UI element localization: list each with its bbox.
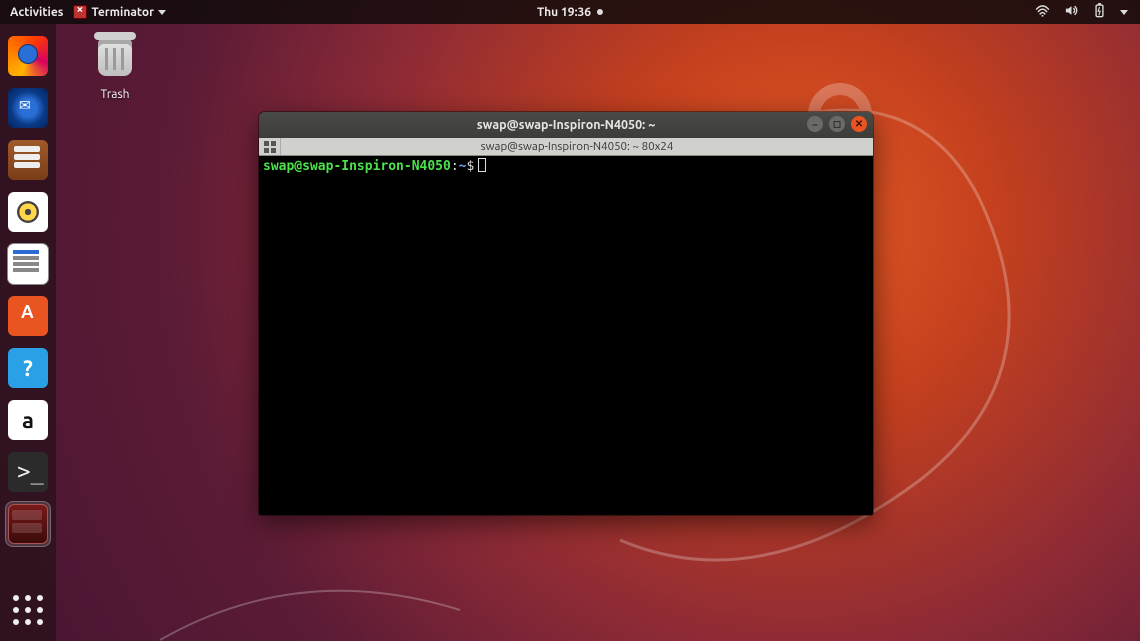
window-titlebar[interactable]: swap@swap-Inspiron-N4050: ~ – ◻ ✕ bbox=[259, 112, 873, 138]
dock-ubuntu-software[interactable] bbox=[5, 293, 51, 339]
layout-button[interactable] bbox=[259, 138, 281, 155]
trash-icon bbox=[92, 38, 138, 84]
prompt-user-host: swap@swap-Inspiron-N4050 bbox=[263, 159, 451, 174]
dock-libreoffice-writer[interactable] bbox=[5, 241, 51, 287]
show-applications-button[interactable] bbox=[0, 587, 56, 633]
clock-text: Thu 19:36 bbox=[537, 6, 591, 19]
thunderbird-icon bbox=[8, 88, 48, 128]
prompt-path: ~ bbox=[459, 159, 467, 174]
terminal-tabbar: swap@swap-Inspiron-N4050: ~ 80x24 bbox=[259, 138, 873, 156]
dock-rhythmbox[interactable] bbox=[5, 189, 51, 235]
dock-firefox[interactable] bbox=[5, 33, 51, 79]
terminator-icon bbox=[73, 5, 87, 19]
window-title: swap@swap-Inspiron-N4050: ~ bbox=[477, 118, 656, 132]
files-icon bbox=[8, 140, 48, 180]
app-menu[interactable]: Terminator bbox=[73, 5, 166, 19]
app-menu-label: Terminator bbox=[91, 6, 154, 19]
writer-icon bbox=[8, 244, 48, 284]
grid-icon bbox=[264, 141, 276, 153]
chevron-down-icon bbox=[158, 10, 166, 15]
apps-grid-icon bbox=[13, 595, 43, 625]
dock-files[interactable] bbox=[5, 137, 51, 183]
maximize-button[interactable]: ◻ bbox=[829, 116, 845, 132]
notification-dot-icon bbox=[597, 9, 603, 15]
dock-thunderbird[interactable] bbox=[5, 85, 51, 131]
system-tray[interactable] bbox=[1035, 3, 1140, 21]
cursor-icon bbox=[478, 158, 486, 172]
terminal-body[interactable]: swap@swap-Inspiron-N4050:~$ bbox=[259, 156, 873, 515]
desktop-trash[interactable]: Trash bbox=[80, 34, 150, 101]
dock-terminal[interactable]: >_ bbox=[5, 449, 51, 495]
clock[interactable]: Thu 19:36 bbox=[537, 6, 603, 19]
desktop-trash-label: Trash bbox=[80, 88, 150, 101]
terminal-icon: >_ bbox=[8, 452, 48, 492]
prompt-symbol: $ bbox=[467, 159, 475, 174]
close-button[interactable]: ✕ bbox=[851, 116, 867, 132]
dock-help[interactable]: ? bbox=[5, 345, 51, 391]
dock-terminator[interactable] bbox=[5, 501, 51, 547]
terminator-icon bbox=[8, 504, 48, 544]
top-bar: Activities Terminator Thu 19:36 bbox=[0, 0, 1140, 24]
terminal-tab[interactable]: swap@swap-Inspiron-N4050: ~ 80x24 bbox=[281, 140, 873, 153]
amazon-icon: a bbox=[8, 400, 48, 440]
terminator-window: swap@swap-Inspiron-N4050: ~ – ◻ ✕ swap@s… bbox=[259, 112, 873, 515]
dock-amazon[interactable]: a bbox=[5, 397, 51, 443]
battery-icon[interactable] bbox=[1093, 3, 1106, 21]
minimize-button[interactable]: – bbox=[807, 116, 823, 132]
help-icon: ? bbox=[8, 348, 48, 388]
volume-icon[interactable] bbox=[1064, 4, 1079, 20]
firefox-icon bbox=[8, 36, 48, 76]
rhythmbox-icon bbox=[8, 192, 48, 232]
wifi-icon[interactable] bbox=[1035, 5, 1050, 20]
software-icon bbox=[8, 296, 48, 336]
dock: ? a >_ bbox=[0, 24, 56, 641]
activities-button[interactable]: Activities bbox=[10, 6, 63, 19]
chevron-down-icon bbox=[1120, 10, 1128, 15]
